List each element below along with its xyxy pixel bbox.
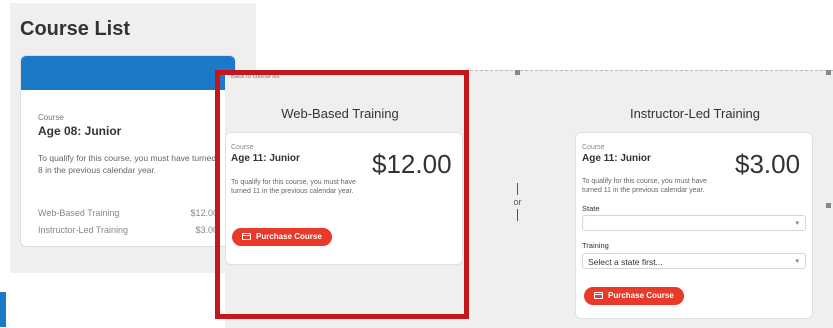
- or-separator: or: [510, 183, 525, 221]
- resize-handle[interactable]: [826, 70, 831, 75]
- course-label: Course: [38, 113, 64, 122]
- training-label: Training: [582, 241, 609, 250]
- resize-handle[interactable]: [826, 203, 831, 208]
- or-label: or: [513, 197, 522, 207]
- credit-card-icon: [594, 292, 603, 299]
- training-select[interactable]: Select a state first... ▾: [582, 253, 806, 269]
- course-card-banner: [21, 56, 235, 90]
- course-description: To qualify for this course, you must hav…: [38, 153, 217, 175]
- instructor-led-title: Instructor-Led Training: [629, 106, 761, 121]
- purchase-course-button[interactable]: Purchase Course: [584, 287, 684, 305]
- price-row-label: Instructor-Led Training: [38, 225, 129, 235]
- instructor-led-card: Course Age 11: Junior $3.00 To qualify f…: [575, 132, 813, 319]
- price-row-instructor: Instructor-Led Training $3.00: [38, 225, 218, 235]
- separator-line: [517, 209, 518, 221]
- state-label: State: [582, 204, 600, 213]
- course-description: To qualify for this course, you must hav…: [582, 178, 707, 194]
- state-select[interactable]: ▾: [582, 215, 806, 231]
- page-title: Course List: [20, 18, 131, 40]
- price-row-value: $12.00: [190, 208, 218, 218]
- course-name: Age 08: Junior: [38, 124, 122, 138]
- price-row-web: Web-Based Training $12.00: [38, 208, 218, 218]
- chevron-down-icon: ▾: [795, 258, 799, 265]
- highlight-frame: [215, 70, 469, 319]
- price-row-label: Web-Based Training: [38, 208, 120, 218]
- chevron-down-icon: ▾: [795, 220, 799, 227]
- training-select-value: Select a state first...: [588, 257, 663, 267]
- course-label: Course: [582, 144, 605, 151]
- edge-accent: [0, 292, 6, 327]
- button-label: Purchase Course: [608, 291, 674, 300]
- resize-handle[interactable]: [515, 70, 520, 75]
- course-name: Age 11: Junior: [582, 153, 651, 164]
- course-price: $3.00: [735, 149, 801, 179]
- separator-line: [517, 183, 518, 195]
- course-card[interactable]: Course Age 08: Junior To qualify for thi…: [20, 55, 236, 247]
